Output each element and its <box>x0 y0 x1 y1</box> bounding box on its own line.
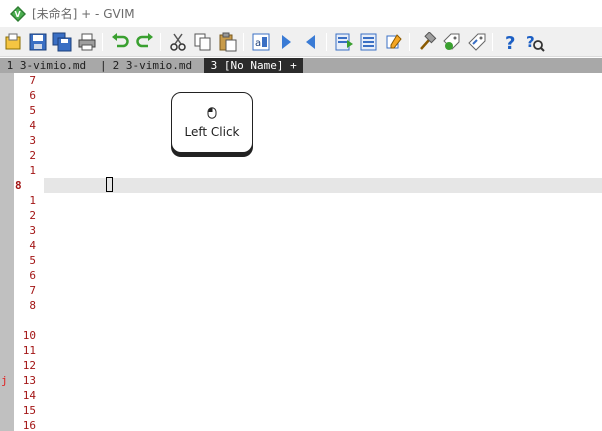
save-session-icon <box>360 33 377 51</box>
find-prev-icon <box>306 35 315 49</box>
title-bar: V [未命名] + - GVIM <box>0 0 602 27</box>
find-replace-icon: a <box>252 33 270 51</box>
line-number: 8 <box>29 299 36 312</box>
mouse-icon <box>207 106 217 119</box>
save-session-button[interactable] <box>358 31 380 53</box>
find-next-icon <box>282 35 291 49</box>
find-help-button[interactable]: ? <box>524 31 546 53</box>
line-number: 16 <box>22 419 36 431</box>
tab-3-active[interactable]: 3 [No Name] + <box>204 58 304 73</box>
build-tags-icon <box>443 33 460 50</box>
find-help-icon: ? <box>526 33 545 52</box>
build-tags-button[interactable] <box>441 31 463 53</box>
line-number: 4 <box>29 239 36 252</box>
line-number: 14 <box>22 389 36 402</box>
sign-marker: j <box>1 374 8 387</box>
load-session-icon <box>335 33 353 51</box>
save-icon <box>29 33 47 51</box>
line-number: 12 <box>22 359 36 372</box>
undo-button[interactable] <box>109 31 131 53</box>
overlay-label: Left Click <box>184 124 240 139</box>
help-icon: ? <box>505 33 515 52</box>
copy-icon <box>194 33 211 51</box>
print-button[interactable] <box>76 31 98 53</box>
line-number: 6 <box>29 89 36 102</box>
open-button[interactable] <box>3 31 25 53</box>
copy-button[interactable] <box>192 31 214 53</box>
run-script-button[interactable] <box>383 31 405 53</box>
line-number: 5 <box>29 254 36 267</box>
window-title: [未命名] + - GVIM <box>32 7 135 21</box>
undo-icon <box>112 33 129 48</box>
paste-button[interactable] <box>217 31 239 53</box>
redo-button[interactable] <box>134 31 156 53</box>
gvim-icon: V <box>10 5 26 22</box>
cut-button[interactable] <box>167 31 189 53</box>
line-number: j 13 <box>1 374 36 387</box>
line-number: 11 <box>22 344 36 357</box>
cut-icon <box>170 33 186 51</box>
help-button[interactable]: ? <box>499 31 521 53</box>
text-cursor <box>106 177 113 192</box>
paste-icon <box>219 32 237 52</box>
svg-text:a: a <box>255 38 261 49</box>
save-all-button[interactable] <box>51 31 73 53</box>
save-button[interactable] <box>27 31 49 53</box>
cursor-line <box>44 178 602 193</box>
svg-text:?: ? <box>526 33 535 51</box>
svg-text:V: V <box>15 10 22 19</box>
line-number: 2 <box>29 209 36 222</box>
find-prev-button[interactable] <box>300 31 322 53</box>
line-number: 3 <box>29 134 36 147</box>
line-number: 15 <box>22 404 36 417</box>
run-script-icon <box>386 34 402 49</box>
jump-tag-button[interactable] <box>466 31 488 53</box>
line-number: 7 <box>29 284 36 297</box>
find-replace-button[interactable]: a <box>250 31 272 53</box>
line-number: 6 <box>29 269 36 282</box>
click-indicator-overlay: Left Click <box>171 92 253 153</box>
redo-icon <box>136 33 153 48</box>
svg-text:?: ? <box>505 33 515 52</box>
line-number: 4 <box>29 119 36 132</box>
line-number: 7 <box>29 74 36 87</box>
line-number: 2 <box>29 149 36 162</box>
tab-line: 1 3-vimio.md | 2 3-vimio.md 3 [No Name] … <box>0 58 602 73</box>
toolbar: a ? ? <box>0 27 602 57</box>
tab-1[interactable]: 1 3-vimio.md <box>0 58 93 73</box>
load-session-button[interactable] <box>333 31 355 53</box>
line-number: 5 <box>29 104 36 117</box>
open-icon <box>5 33 21 50</box>
find-next-button[interactable] <box>275 31 297 53</box>
print-icon <box>78 33 96 51</box>
tab-2[interactable]: 2 3-vimio.md <box>106 58 199 73</box>
save-all-icon <box>52 32 72 52</box>
make-button[interactable] <box>416 31 438 53</box>
line-number: 3 <box>29 224 36 237</box>
current-line-number: 8 <box>15 179 22 192</box>
line-number: 1 <box>29 164 36 177</box>
jump-tag-icon <box>468 33 486 51</box>
line-number: 1 <box>29 194 36 207</box>
line-number: 10 <box>22 329 36 342</box>
editor-area[interactable]: 7 6 5 4 3 2 1 8 1 2 3 4 5 6 7 8 10 11 12… <box>0 73 602 431</box>
make-icon <box>420 32 437 50</box>
